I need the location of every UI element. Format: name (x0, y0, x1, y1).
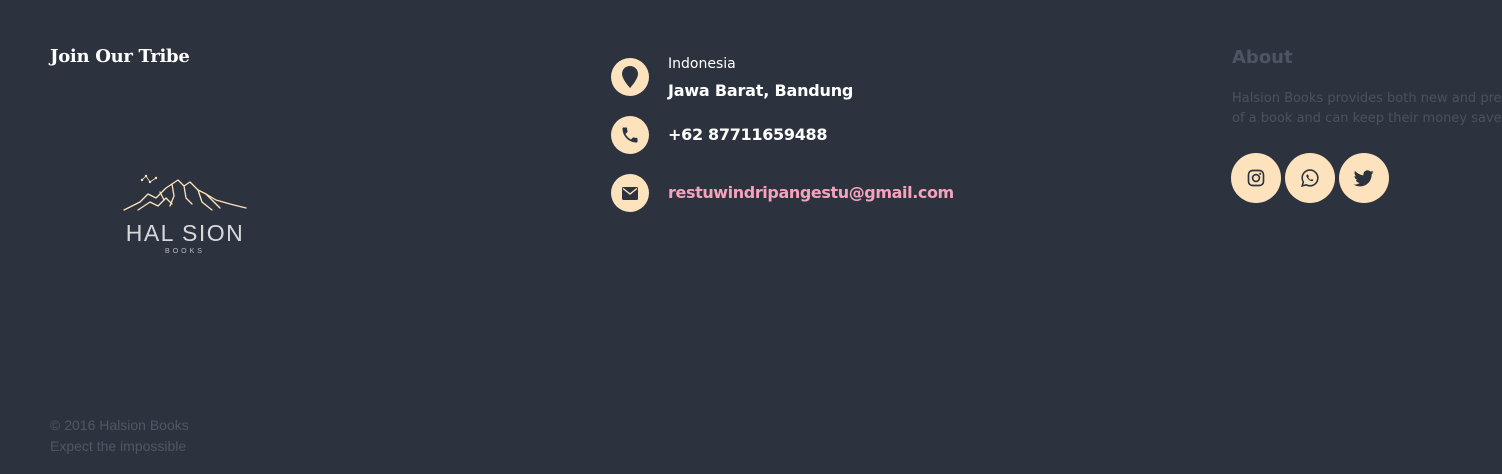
instagram-icon (1247, 169, 1265, 187)
twitter-button[interactable] (1339, 153, 1389, 203)
site-footer: Join Our Tribe HAL SION BOOKS © 2016 Hal… (0, 0, 1502, 474)
location-country: Indonesia (668, 56, 736, 72)
phone-number: +62 87711659488 (668, 125, 828, 144)
copyright-block: © 2016 Halsion Books Expect the impossib… (50, 415, 189, 457)
tagline-text: Expect the impossible (50, 438, 187, 454)
join-tribe-heading: Join Our Tribe (50, 46, 190, 67)
whatsapp-button[interactable] (1285, 153, 1335, 203)
envelope-icon (611, 174, 649, 212)
email-link[interactable]: restuwindripangestu@gmail.com (668, 183, 954, 202)
mountain-logo-icon (123, 174, 247, 211)
location-pin-icon (611, 58, 649, 96)
location-city: Jawa Barat, Bandung (668, 81, 854, 100)
logo-subtitle: BOOKS (165, 248, 205, 255)
about-description: Halsion Books provides both new and pre … (1232, 89, 1502, 129)
about-line-1: Halsion Books provides both new and pre (1232, 91, 1502, 106)
twitter-icon (1354, 169, 1374, 186)
halsion-logo[interactable]: HAL SION BOOKS (120, 172, 250, 262)
about-heading: About (1232, 47, 1293, 68)
instagram-button[interactable] (1231, 153, 1281, 203)
phone-icon (611, 116, 649, 154)
logo-wordmark: HAL SION (125, 220, 245, 246)
whatsapp-icon (1301, 169, 1319, 188)
about-line-2: of a book and can keep their money save (1232, 111, 1502, 126)
copyright-text: © 2016 Halsion Books (50, 417, 189, 433)
